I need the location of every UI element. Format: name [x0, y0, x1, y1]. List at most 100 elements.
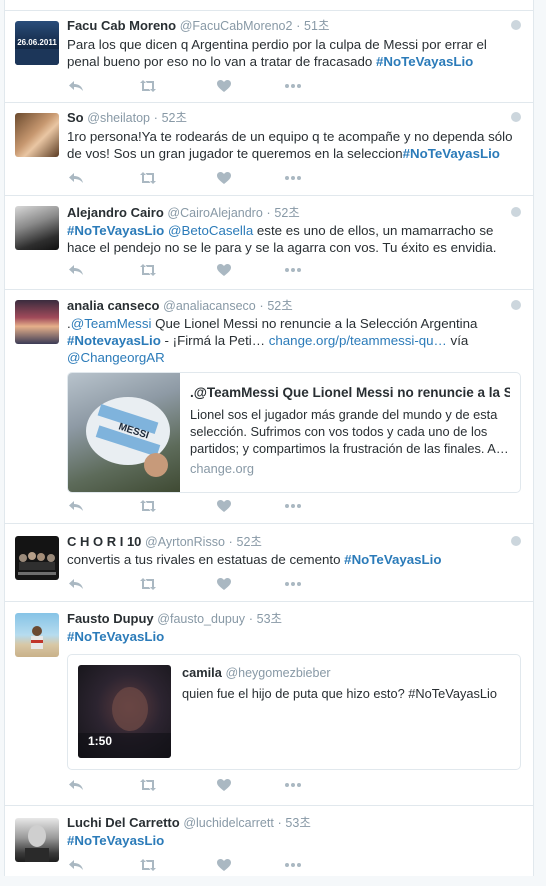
tweet-text: 1ro persona!Ya te rodearás de un equipo …: [67, 129, 513, 161]
card-description: Lionel sos el jugador más grande del mun…: [190, 407, 509, 456]
mention-link[interactable]: @TeamMessi: [71, 316, 152, 331]
fullname[interactable]: analia canseco: [67, 298, 160, 313]
more-icon[interactable]: [284, 858, 302, 872]
retweet-icon[interactable]: [139, 263, 157, 277]
avatar[interactable]: [15, 818, 59, 862]
retweet-icon[interactable]: [139, 858, 157, 872]
globe-icon[interactable]: [511, 112, 521, 122]
tweet-header: Alejandro Cairo @CairoAlejandro · 52초: [67, 204, 521, 222]
fullname[interactable]: Facu Cab Moreno: [67, 18, 176, 33]
video-duration: 1:50: [88, 734, 113, 748]
more-icon[interactable]: [284, 171, 302, 185]
more-icon[interactable]: [284, 577, 302, 591]
reply-icon[interactable]: [67, 79, 85, 93]
retweet-icon[interactable]: [139, 499, 157, 513]
tweet[interactable]: analia canseco @analiacanseco · 52초 .@Te…: [5, 290, 533, 524]
more-icon[interactable]: [284, 499, 302, 513]
tweet[interactable]: C H O R I 10 @AyrtonRisso · 52초 converti…: [5, 524, 533, 602]
heart-icon[interactable]: [215, 577, 233, 591]
reply-icon[interactable]: [67, 577, 85, 591]
fullname[interactable]: Alejandro Cairo: [67, 205, 164, 220]
username[interactable]: @sheilatop: [87, 111, 150, 125]
heart-icon[interactable]: [215, 263, 233, 277]
heart-icon[interactable]: [215, 79, 233, 93]
fullname[interactable]: C H O R I 10: [67, 534, 141, 549]
username[interactable]: @AyrtonRisso: [145, 535, 225, 549]
card-domain: change.org: [190, 461, 255, 476]
tweet[interactable]: 26.06.2011 Facu Cab Moreno @FacuCabMoren…: [5, 10, 533, 103]
heart-icon[interactable]: [215, 171, 233, 185]
heart-icon[interactable]: [215, 858, 233, 872]
username[interactable]: @FacuCabMoreno2: [180, 19, 293, 33]
tweet-actions: [67, 858, 327, 874]
username[interactable]: @analiacanseco: [163, 299, 256, 313]
tweet-text: #NoTeVayasLio: [67, 628, 521, 645]
retweet-icon[interactable]: [139, 171, 157, 185]
reply-icon[interactable]: [67, 499, 85, 513]
card-title: .@TeamMessi Que Lionel Messi no renuncie…: [190, 385, 510, 400]
reply-icon[interactable]: [67, 171, 85, 185]
timestamp[interactable]: 52초: [162, 111, 187, 125]
reply-icon[interactable]: [67, 778, 85, 792]
link-card[interactable]: MESSI .@TeamMessi Que Lionel Messi no re…: [67, 372, 521, 493]
quoted-tweet-text: quien fue el hijo de puta que hizo esto?…: [182, 686, 497, 701]
avatar[interactable]: [15, 300, 59, 344]
mention-link[interactable]: @BetoCasella: [168, 223, 253, 238]
timestamp[interactable]: 51초: [304, 19, 329, 33]
quoted-username[interactable]: @heygomezbieber: [225, 666, 330, 680]
quoted-fullname[interactable]: camila: [182, 665, 222, 680]
tweet-actions: [67, 499, 327, 515]
avatar[interactable]: [15, 206, 59, 250]
heart-icon[interactable]: [215, 778, 233, 792]
globe-icon[interactable]: [511, 300, 521, 310]
heart-icon[interactable]: [215, 499, 233, 513]
hashtag-link[interactable]: #NoTeVayasLio: [67, 833, 164, 848]
hashtag-link[interactable]: #NotevayasLio: [67, 333, 161, 348]
tweet[interactable]: Alejandro Cairo @CairoAlejandro · 52초 #N…: [5, 196, 533, 290]
reply-icon[interactable]: [67, 263, 85, 277]
timestamp[interactable]: 52초: [267, 299, 292, 313]
timestamp[interactable]: 52초: [274, 206, 299, 220]
hashtag-link[interactable]: #NoTeVayasLio: [67, 223, 164, 238]
hashtag-link[interactable]: #NoTeVayasLio: [403, 146, 500, 161]
tweet-actions: [67, 79, 327, 95]
fullname[interactable]: Fausto Dupuy: [67, 611, 154, 626]
globe-icon[interactable]: [511, 207, 521, 217]
quoted-tweet[interactable]: 1:50 camila @heygomezbieber quien fue el…: [67, 654, 521, 770]
avatar[interactable]: [15, 536, 59, 580]
retweet-icon[interactable]: [139, 79, 157, 93]
tweet-header: So @sheilatop · 52초: [67, 109, 521, 127]
fullname[interactable]: So: [67, 110, 84, 125]
tweet-actions: [67, 577, 327, 593]
video-thumbnail[interactable]: 1:50: [78, 665, 171, 758]
avatar[interactable]: [15, 613, 59, 657]
mention-link[interactable]: @ChangeorgAR: [67, 350, 165, 365]
tweet[interactable]: So @sheilatop · 52초 1ro persona!Ya te ro…: [5, 103, 533, 196]
more-icon[interactable]: [284, 263, 302, 277]
more-icon[interactable]: [284, 79, 302, 93]
globe-icon[interactable]: [511, 536, 521, 546]
avatar[interactable]: 26.06.2011: [15, 21, 59, 65]
reply-icon[interactable]: [67, 858, 85, 872]
timestamp[interactable]: 52초: [237, 535, 262, 549]
tweet-text: .@TeamMessi Que Lionel Messi no renuncie…: [67, 316, 478, 365]
globe-icon[interactable]: [511, 20, 521, 30]
tweet[interactable]: Luchi Del Carretto @luchidelcarrett · 53…: [5, 806, 533, 886]
username[interactable]: @CairoAlejandro: [167, 206, 262, 220]
more-icon[interactable]: [284, 778, 302, 792]
hashtag-link[interactable]: #NoTeVayasLio: [376, 54, 473, 69]
timestamp[interactable]: 53초: [257, 612, 282, 626]
retweet-icon[interactable]: [139, 778, 157, 792]
hashtag-link[interactable]: #NoTeVayasLio: [67, 629, 164, 644]
username[interactable]: @luchidelcarrett: [183, 816, 274, 830]
retweet-icon[interactable]: [139, 577, 157, 591]
hashtag-link[interactable]: #NoTeVayasLio: [344, 552, 441, 567]
tweet-text: #NoTeVayasLio: [67, 832, 521, 849]
username[interactable]: @fausto_dupuy: [157, 612, 245, 626]
tweet-header: Facu Cab Moreno @FacuCabMoreno2 · 51초: [67, 17, 521, 35]
avatar[interactable]: [15, 113, 59, 157]
fullname[interactable]: Luchi Del Carretto: [67, 815, 180, 830]
timestamp[interactable]: 53초: [285, 816, 310, 830]
tweet[interactable]: Fausto Dupuy @fausto_dupuy · 53초 #NoTeVa…: [5, 602, 533, 806]
url-link[interactable]: change.org/p/teammessi-qu…: [269, 333, 447, 348]
